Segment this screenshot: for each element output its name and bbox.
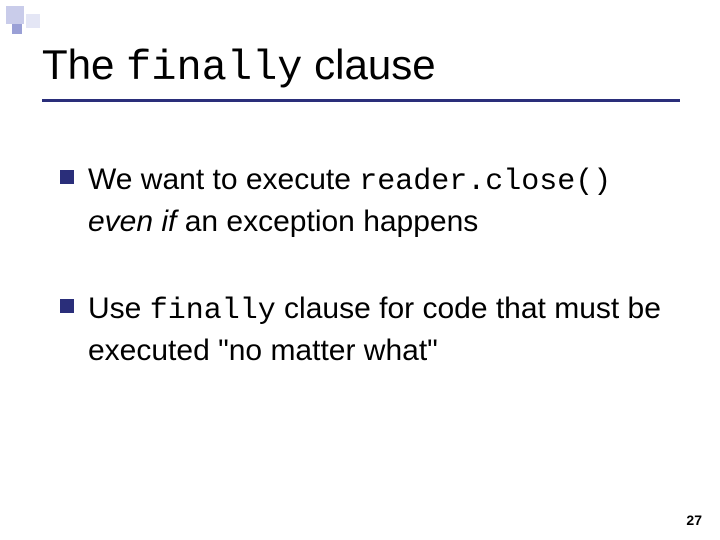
- bullet-text-rest: an exception happens: [176, 205, 478, 238]
- bullet-text: Use finally clause for code that must be…: [88, 289, 670, 370]
- title-text-mono: finally: [126, 44, 302, 92]
- page-number: 27: [686, 512, 702, 528]
- slide-title: The finally clause: [42, 42, 680, 97]
- title-text-post: clause: [302, 41, 435, 88]
- slide: The finally clause We want to execute re…: [0, 0, 720, 540]
- title-text-pre: The: [42, 41, 126, 88]
- bullet-marker-icon: [60, 170, 74, 184]
- bullet-text-pre: Use: [88, 292, 150, 325]
- bullet-text-pre: We want to execute: [88, 163, 359, 196]
- title-underline: [42, 99, 680, 102]
- bullet-marker-icon: [60, 299, 74, 313]
- slide-body: We want to execute reader.close() even i…: [60, 160, 670, 418]
- bullet-text-mono: finally: [150, 294, 276, 328]
- bullet-text-italic: even if: [88, 205, 176, 238]
- bullet-text: We want to execute reader.close() even i…: [88, 160, 670, 241]
- bullet-item: We want to execute reader.close() even i…: [60, 160, 670, 241]
- bullet-text-mono: reader.close(): [359, 165, 611, 199]
- bullet-item: Use finally clause for code that must be…: [60, 289, 670, 370]
- title-area: The finally clause: [42, 42, 680, 102]
